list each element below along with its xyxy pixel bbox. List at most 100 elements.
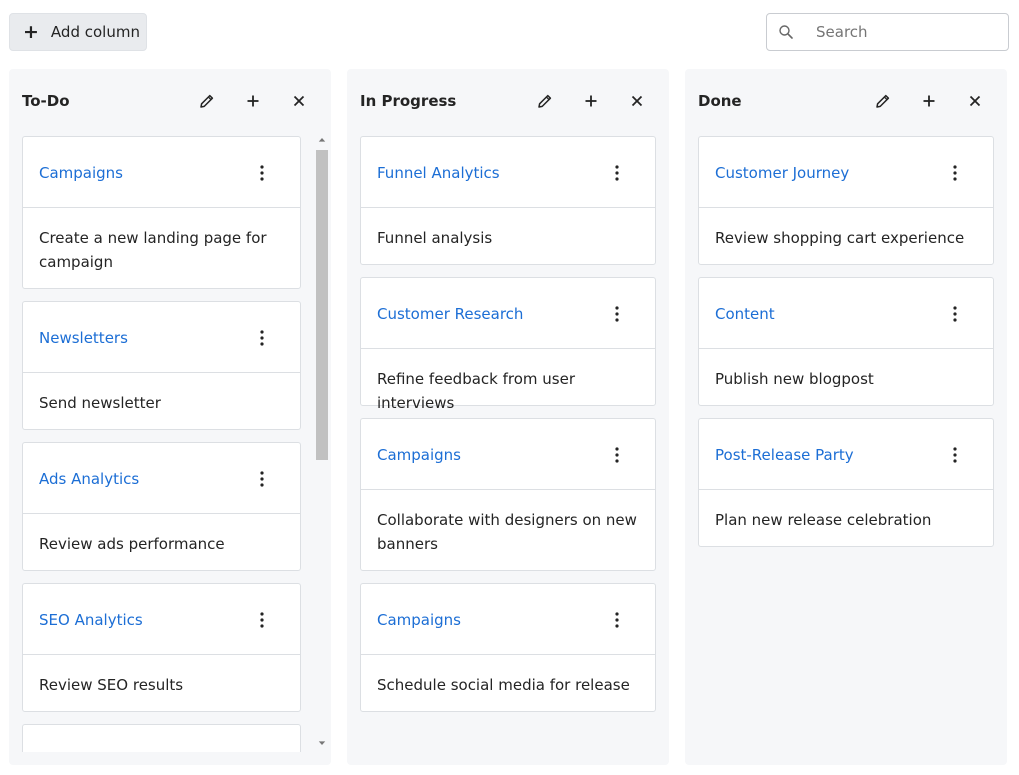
kebab-icon	[953, 306, 957, 322]
card-title[interactable]: Funnel Analytics	[377, 164, 500, 182]
card-title[interactable]: Post-Release Party	[715, 446, 854, 464]
delete-column-button[interactable]	[287, 89, 311, 113]
card-menu-button[interactable]	[945, 445, 965, 465]
card-header: Ads Analytics	[23, 443, 300, 514]
card-text: Review SEO results	[39, 676, 184, 694]
add-card-button[interactable]	[917, 89, 941, 113]
card-title[interactable]: Content	[715, 305, 775, 323]
card-text: Review ads performance	[39, 535, 225, 553]
card-text: Review shopping cart experience	[715, 229, 965, 247]
card-header: Content	[699, 278, 993, 349]
card-menu-button[interactable]	[607, 304, 627, 324]
kebab-icon	[260, 471, 264, 487]
card-menu-button[interactable]	[945, 163, 965, 183]
card-menu-button[interactable]	[252, 469, 272, 489]
card-text: Publish new blogpost	[715, 370, 874, 388]
add-card-button[interactable]	[579, 89, 603, 113]
card-header: Customer Research	[361, 278, 655, 349]
card[interactable]: Customer Journey Review shopping cart ex…	[698, 136, 994, 265]
search-box[interactable]	[766, 13, 1009, 51]
pencil-icon	[538, 94, 552, 108]
card-title[interactable]: Ads Analytics	[39, 470, 139, 488]
card-list: Customer Journey Review shopping cart ex…	[698, 136, 994, 752]
plus-icon	[247, 95, 259, 107]
kebab-icon	[953, 447, 957, 463]
card-title[interactable]: SEO Analytics	[39, 611, 143, 629]
card-partial[interactable]	[22, 724, 301, 752]
card[interactable]: Customer Research Refine feedback from u…	[360, 277, 656, 412]
column-header: In Progress	[347, 69, 669, 133]
card-header: Campaigns	[23, 137, 300, 208]
column-title: Done	[698, 92, 742, 110]
plus-icon	[923, 95, 935, 107]
card-header: Newsletters	[23, 302, 300, 373]
card-text: Create a new landing page for campaign	[39, 229, 267, 271]
card-title[interactable]: Customer Journey	[715, 164, 849, 182]
card[interactable]: Campaigns Collaborate with designers on …	[360, 418, 656, 571]
card[interactable]: Funnel Analytics Funnel analysis	[360, 136, 656, 265]
edit-column-button[interactable]	[195, 89, 219, 113]
pencil-icon	[200, 94, 214, 108]
kebab-icon	[953, 165, 957, 181]
scrollbar-thumb[interactable]	[316, 150, 328, 460]
column-header: Done	[685, 69, 1007, 133]
card-title[interactable]: Customer Research	[377, 305, 523, 323]
card[interactable]: SEO Analytics Review SEO results	[22, 583, 301, 712]
card-header: Post-Release Party	[699, 419, 993, 490]
card-menu-button[interactable]	[252, 610, 272, 630]
card-header: SEO Analytics	[23, 584, 300, 655]
card[interactable]: Post-Release Party Plan new release cele…	[698, 418, 994, 547]
close-icon	[631, 95, 643, 107]
column-to-do: To-Do Campaigns Create a new landing pag…	[9, 69, 331, 765]
card-text: Plan new release celebration	[715, 511, 932, 529]
kebab-icon	[260, 330, 264, 346]
card[interactable]: Ads Analytics Review ads performance	[22, 442, 301, 571]
search-input[interactable]	[816, 23, 996, 41]
card-title[interactable]: Newsletters	[39, 329, 128, 347]
card-title[interactable]: Campaigns	[377, 611, 461, 629]
card-title[interactable]: Campaigns	[377, 446, 461, 464]
kebab-icon	[615, 306, 619, 322]
card-header: Customer Journey	[699, 137, 993, 208]
card-menu-button[interactable]	[607, 610, 627, 630]
card-menu-button[interactable]	[252, 163, 272, 183]
edit-column-button[interactable]	[533, 89, 557, 113]
kebab-icon	[615, 612, 619, 628]
card-menu-button[interactable]	[252, 328, 272, 348]
scroll-down-arrow-icon[interactable]	[317, 738, 327, 748]
card-menu-button[interactable]	[945, 304, 965, 324]
card[interactable]: Newsletters Send newsletter	[22, 301, 301, 430]
card[interactable]: Campaigns Create a new landing page for …	[22, 136, 301, 289]
scrollbar[interactable]	[314, 133, 330, 752]
card-menu-button[interactable]	[607, 445, 627, 465]
card-text: Funnel analysis	[377, 229, 493, 247]
plus-icon: +	[23, 20, 39, 43]
card-title[interactable]: Campaigns	[39, 164, 123, 182]
kebab-icon	[260, 165, 264, 181]
toolbar: + Add column	[0, 0, 1019, 62]
card-text: Collaborate with designers on new banner…	[377, 511, 637, 553]
delete-column-button[interactable]	[963, 89, 987, 113]
kebab-icon	[615, 165, 619, 181]
search-icon	[779, 25, 793, 39]
card-text: Send newsletter	[39, 394, 161, 412]
card-menu-button[interactable]	[607, 163, 627, 183]
column-done: Done Customer Journey Review shopping ca…	[685, 69, 1007, 765]
scroll-up-arrow-icon[interactable]	[317, 135, 327, 145]
card-list: Funnel Analytics Funnel analysis Custome…	[360, 136, 656, 752]
card-header: Campaigns	[361, 584, 655, 655]
column-title: In Progress	[360, 92, 457, 110]
column-title: To-Do	[22, 92, 70, 110]
close-icon	[969, 95, 981, 107]
card[interactable]: Campaigns Schedule social media for rele…	[360, 583, 656, 712]
card-text: Refine feedback from user interviews	[377, 370, 575, 412]
card[interactable]: Content Publish new blogpost	[698, 277, 994, 406]
delete-column-button[interactable]	[625, 89, 649, 113]
close-icon	[293, 95, 305, 107]
edit-column-button[interactable]	[871, 89, 895, 113]
kebab-icon	[615, 447, 619, 463]
add-card-button[interactable]	[241, 89, 265, 113]
card-header: Funnel Analytics	[361, 137, 655, 208]
add-column-button[interactable]: + Add column	[9, 13, 147, 51]
add-column-label: Add column	[50, 23, 140, 41]
